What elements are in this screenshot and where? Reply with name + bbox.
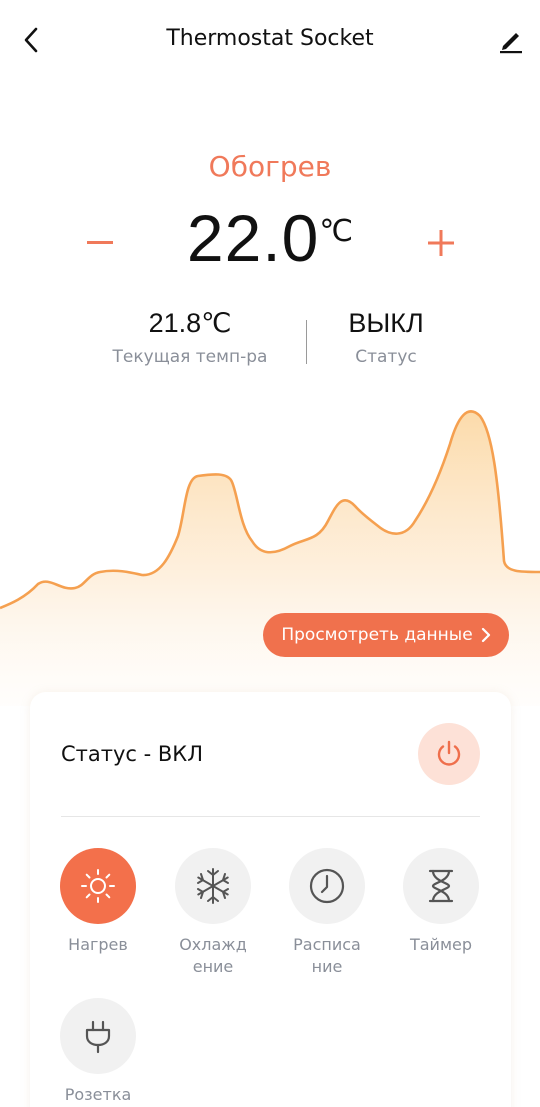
setpoint-unit: ℃ [319, 215, 354, 248]
pencil-icon [500, 33, 522, 54]
status-stat: ВЫКЛ Статус [286, 308, 486, 367]
mode-schedule-label-text: Расписа ние [293, 935, 361, 976]
power-status-text: Статус - ВКЛ [61, 742, 204, 766]
mode-cooling-circle [175, 848, 251, 924]
plus-icon [428, 230, 454, 256]
mode-timer-button[interactable]: Таймер [391, 848, 491, 956]
mode-cooling-label-text: Охлажд ение [179, 935, 247, 976]
status-value: ВЫКЛ [348, 308, 424, 338]
mode-schedule-circle [289, 848, 365, 924]
control-card: Статус - ВКЛ Нагрев Охлажд ение Расписа … [30, 692, 511, 1107]
card-divider [61, 816, 480, 817]
mode-cooling-button[interactable]: Охлажд ение [163, 848, 263, 978]
plug-icon [85, 1020, 111, 1054]
status-label: Статус [355, 347, 417, 367]
current-temp-stat: 21.8℃ Текущая темп-ра [90, 308, 290, 367]
temperature-history-chart [0, 410, 540, 706]
mode-socket-label: Розетка [64, 1085, 132, 1104]
setpoint-value: 22.0 [186, 201, 320, 275]
edit-button[interactable] [494, 22, 528, 58]
increase-temp-button[interactable] [421, 218, 461, 268]
chart-area [0, 411, 540, 706]
clock-icon [309, 868, 345, 904]
snowflake-icon [197, 868, 229, 904]
mode-timer-label: Таймер [409, 935, 473, 954]
mode-cooling-label: Охлажд ение [163, 934, 263, 978]
power-icon [437, 740, 461, 766]
mode-heating-label: Нагрев [68, 935, 128, 954]
power-button[interactable] [418, 723, 480, 785]
mode-schedule-label: Расписа ние [277, 934, 377, 978]
app-header: Thermostat Socket [0, 0, 540, 80]
mode-socket-circle [60, 998, 136, 1074]
view-data-label: Просмотреть данные [281, 625, 473, 645]
mode-timer-circle [403, 848, 479, 924]
hourglass-icon [428, 869, 454, 903]
mode-heating-button[interactable]: Нагрев [48, 848, 148, 956]
page-title: Thermostat Socket [166, 26, 374, 51]
mode-schedule-button[interactable]: Расписа ние [277, 848, 377, 978]
view-data-button[interactable]: Просмотреть данные [263, 613, 509, 657]
current-temp-label: Текущая темп-ра [112, 347, 268, 367]
thermostat-screen: Thermostat Socket Обогрев 22.0℃ 21.8℃ Те… [0, 0, 540, 1107]
chevron-right-icon [481, 627, 490, 643]
mode-socket-button[interactable]: Розетка [48, 998, 148, 1106]
current-mode-label: Обогрев [208, 150, 332, 183]
mode-heating-circle [60, 848, 136, 924]
sun-icon [81, 869, 115, 903]
current-temp-value: 21.8℃ [148, 308, 232, 338]
